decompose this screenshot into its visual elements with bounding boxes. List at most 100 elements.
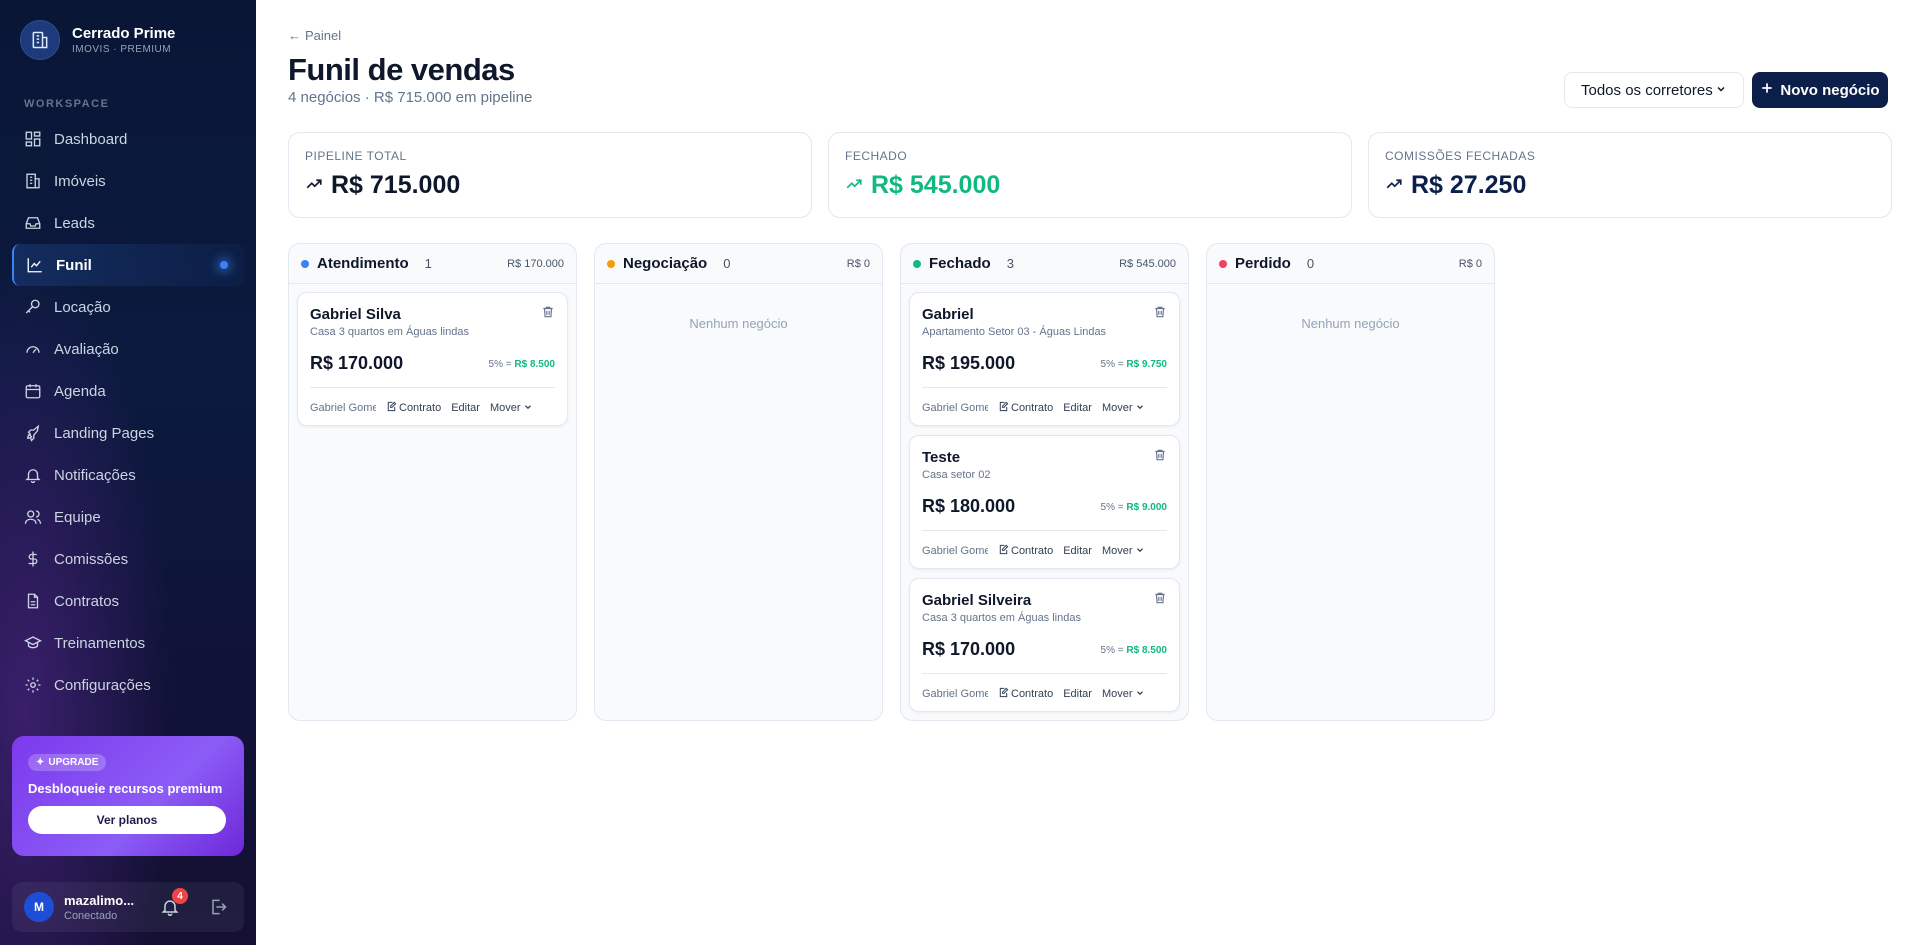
deal-card[interactable]: Gabriel Silveira Casa 3 quartos em Águas…: [909, 578, 1180, 712]
column-header: Atendimento 1 R$ 170.000: [289, 244, 576, 284]
trending-up-icon: [305, 171, 323, 200]
stat-value: R$ 545.000: [845, 171, 1335, 200]
edit-button[interactable]: Editar: [1063, 545, 1092, 557]
sidebar: Cerrado Prime IMOVIS · PREMIUM WORKSPACE…: [0, 0, 256, 945]
stat-value: R$ 715.000: [305, 171, 795, 200]
chevron-down-icon: [1135, 688, 1145, 701]
edit-document-icon: [998, 544, 1009, 558]
contract-button[interactable]: Contrato: [998, 401, 1053, 415]
column-title: Atendimento: [317, 255, 409, 272]
page-subtitle: 4 negócios · R$ 715.000 em pipeline: [288, 89, 533, 106]
status-dot: [301, 259, 309, 268]
move-button[interactable]: Mover: [1102, 402, 1145, 415]
kanban-column-negociacao: Negociação 0 R$ 0 Nenhum negócio: [594, 243, 883, 721]
upgrade-badge: ✦ UPGRADE: [28, 754, 107, 771]
deal-broker: Gabriel Gomes: [922, 402, 988, 414]
card-actions: Gabriel Gomes Contrato Editar Mover: [310, 401, 533, 415]
sidebar-item-funil[interactable]: Funil: [12, 244, 244, 286]
sidebar-item-equipe[interactable]: Equipe: [12, 496, 244, 538]
users-icon: [24, 508, 42, 526]
column-count: 0: [1306, 256, 1315, 271]
edit-button[interactable]: Editar: [1063, 688, 1092, 700]
brand[interactable]: Cerrado Prime IMOVIS · PREMIUM: [20, 20, 175, 60]
user-panel: M mazalimo... Conectado 4: [12, 882, 244, 932]
trash-icon[interactable]: [1153, 448, 1167, 462]
broker-filter-select[interactable]: Todos os corretores: [1564, 72, 1744, 108]
see-plans-button[interactable]: Ver planos: [28, 806, 226, 834]
contract-button[interactable]: Contrato: [998, 544, 1053, 558]
breadcrumb-link[interactable]: Painel: [305, 28, 341, 43]
sidebar-item-dashboard[interactable]: Dashboard: [12, 118, 244, 160]
deal-broker: Gabriel Gomes: [922, 545, 988, 557]
logout-icon[interactable]: [208, 897, 228, 917]
sidebar-item-label: Locação: [54, 298, 111, 316]
sidebar-item-comissoes[interactable]: Comissões: [12, 538, 244, 580]
avatar[interactable]: M: [24, 892, 54, 922]
column-total: R$ 545.000: [1119, 257, 1176, 270]
deal-value: R$ 170.000: [310, 353, 404, 373]
sidebar-item-configuracoes[interactable]: Configurações: [12, 664, 244, 706]
dollar-icon: [24, 550, 42, 568]
column-header: Fechado 3 R$ 545.000: [901, 244, 1188, 284]
sidebar-item-label: Notificações: [54, 466, 136, 484]
edit-button[interactable]: Editar: [1063, 402, 1092, 414]
building-logo-icon: [20, 20, 60, 60]
building-icon: [24, 172, 42, 190]
column-count: 0: [723, 256, 731, 271]
trash-icon[interactable]: [1153, 591, 1167, 605]
deal-commission: 5% = R$ 9.000: [1100, 502, 1167, 513]
gauge-icon: [24, 340, 42, 358]
kanban-column-atendimento: Atendimento 1 R$ 170.000 Gabriel Silva C…: [288, 243, 577, 721]
move-button[interactable]: Mover: [1102, 688, 1145, 701]
chevron-down-icon: [1135, 545, 1145, 558]
sidebar-item-label: Landing Pages: [54, 424, 155, 442]
status-dot: [913, 259, 921, 268]
trash-icon[interactable]: [541, 305, 555, 319]
deal-card[interactable]: Gabriel Apartamento Setor 03 - Águas Lin…: [909, 292, 1180, 426]
trending-up-icon: [845, 171, 863, 200]
column-count: 3: [1006, 256, 1014, 271]
sidebar-item-agenda[interactable]: Agenda: [12, 370, 244, 412]
stat-label: PIPELINE TOTAL: [305, 149, 407, 163]
card-divider: [310, 387, 555, 388]
sidebar-item-locacao[interactable]: Locação: [12, 286, 244, 328]
stat-pipeline-total: PIPELINE TOTAL R$ 715.000: [288, 132, 812, 218]
column-count: 1: [424, 256, 432, 271]
sparkle-icon: ✦: [36, 757, 45, 768]
chevron-down-icon: [1135, 402, 1145, 415]
upgrade-title: Desbloqueie recursos premium: [28, 781, 223, 796]
deal-value: R$ 170.000: [922, 639, 1016, 659]
sidebar-item-leads[interactable]: Leads: [12, 202, 244, 244]
page-title: Funil de vendas: [288, 52, 515, 87]
key-icon: [24, 298, 42, 316]
column-total: R$ 0: [1458, 257, 1482, 270]
kanban-column-fechado: Fechado 3 R$ 545.000 Gabriel Apartamento…: [900, 243, 1189, 721]
edit-document-icon: [998, 401, 1009, 415]
sidebar-item-contratos[interactable]: Contratos: [12, 580, 244, 622]
deal-broker: Gabriel Gomes: [922, 688, 988, 700]
move-button[interactable]: Mover: [490, 402, 533, 415]
sidebar-item-label: Avaliação: [54, 340, 119, 358]
column-title: Negociação: [623, 255, 708, 272]
deal-value: R$ 180.000: [922, 496, 1016, 516]
deal-card[interactable]: Teste Casa setor 02 R$ 180.000 5% = R$ 9…: [909, 435, 1180, 569]
card-divider: [922, 387, 1167, 388]
contract-button[interactable]: Contrato: [998, 687, 1053, 701]
deal-card[interactable]: Gabriel Silva Casa 3 quartos em Águas li…: [297, 292, 568, 426]
sidebar-item-notificacoes[interactable]: Notificações: [12, 454, 244, 496]
deal-description: Apartamento Setor 03 - Águas Lindas: [922, 326, 1107, 338]
new-deal-button[interactable]: Novo negócio: [1752, 72, 1888, 108]
breadcrumb[interactable]: ← Painel: [288, 28, 341, 43]
sidebar-item-avaliacao[interactable]: Avaliação: [12, 328, 244, 370]
sidebar-item-treinamentos[interactable]: Treinamentos: [12, 622, 244, 664]
sidebar-item-imoveis[interactable]: Imóveis: [12, 160, 244, 202]
move-button[interactable]: Mover: [1102, 545, 1145, 558]
trash-icon[interactable]: [1153, 305, 1167, 319]
edit-button[interactable]: Editar: [451, 402, 480, 414]
empty-state: Nenhum negócio: [689, 316, 788, 331]
chevron-down-icon: [523, 402, 533, 415]
deal-description: Casa 3 quartos em Águas lindas: [310, 326, 469, 338]
contract-button[interactable]: Contrato: [386, 401, 441, 415]
sidebar-item-label: Configurações: [54, 676, 151, 694]
sidebar-item-landing-pages[interactable]: Landing Pages: [12, 412, 244, 454]
